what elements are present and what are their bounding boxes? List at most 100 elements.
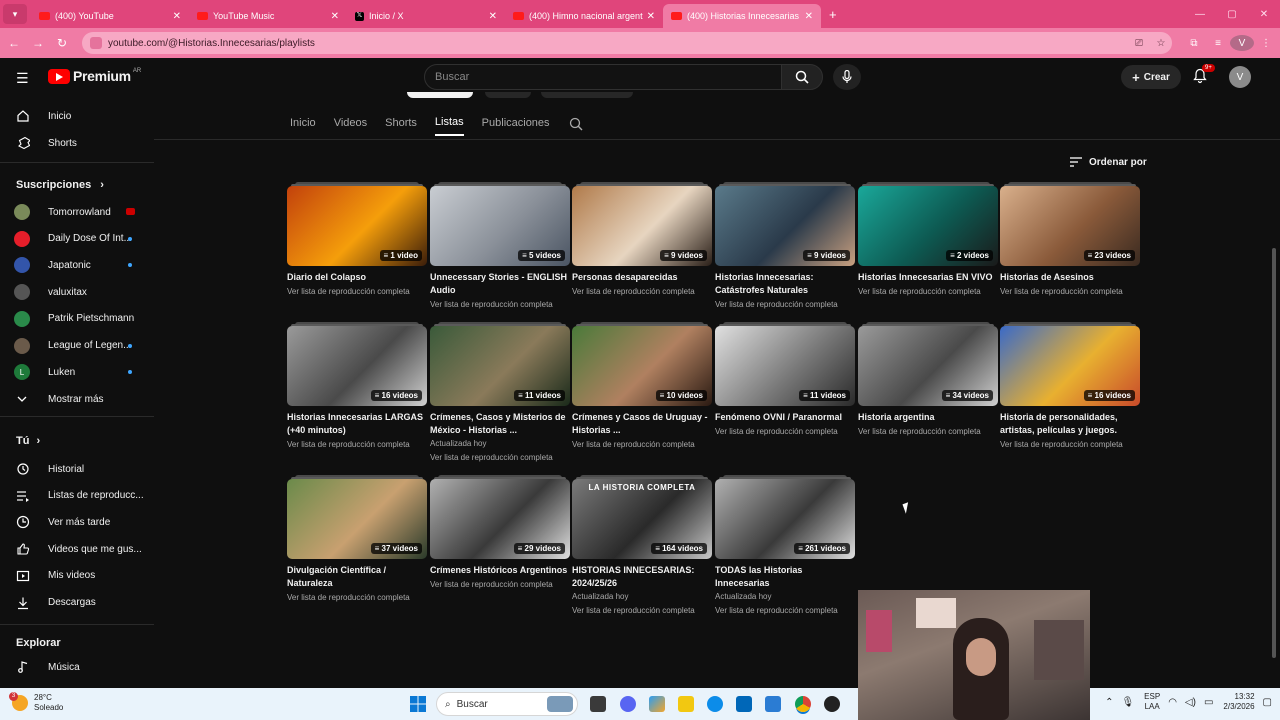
playlist-card[interactable]: 37 videos Divulgación Científica / Natura… xyxy=(287,475,427,604)
browser-tab[interactable]: 𝕏 Inicio / X ✕ xyxy=(347,4,505,28)
address-bar[interactable]: youtube.com/@Historias.Innecesarias/play… xyxy=(82,32,1172,54)
minimize-icon[interactable]: — xyxy=(1184,9,1216,20)
clock[interactable]: 13:32 2/3/2026 xyxy=(1223,692,1254,712)
playlist-card[interactable]: 11 videos Crímenes, Casos y Misterios de … xyxy=(430,322,570,464)
view-full-playlist-link[interactable]: Ver lista de reproducción completa xyxy=(430,578,570,591)
playlist-thumbnail[interactable]: 23 videos xyxy=(1000,182,1140,266)
sidebar-item-league-of-legen[interactable]: League of Legen... xyxy=(0,334,154,358)
browser-tab[interactable]: (400) Historias Innecesarias - Yo ✕ xyxy=(663,4,821,28)
store-icon[interactable] xyxy=(736,696,752,712)
playlist-thumbnail[interactable]: 29 videos xyxy=(430,475,570,559)
channel-search-icon[interactable] xyxy=(569,117,583,131)
menu-dots-icon[interactable]: ⋮ xyxy=(1254,38,1278,49)
close-window-icon[interactable]: ✕ xyxy=(1248,9,1280,20)
playlist-title[interactable]: Unnecessary Stories - ENGLISH Audio xyxy=(430,271,570,297)
search-input[interactable]: Buscar xyxy=(424,64,782,90)
wifi-icon[interactable]: ◠ xyxy=(1168,697,1177,708)
browser-tab[interactable]: (400) Himno nacional argentino ✕ xyxy=(505,4,663,28)
playlist-thumbnail[interactable]: 11 videos xyxy=(715,322,855,406)
playlist-title[interactable]: Crímenes, Casos y Misterios de México - … xyxy=(430,411,570,437)
url-text[interactable]: youtube.com/@Historias.Innecesarias/play… xyxy=(108,38,1128,49)
playlist-thumbnail[interactable]: 9 videos xyxy=(715,182,855,266)
media-controls-icon[interactable]: ≡ xyxy=(1206,38,1230,49)
mail-icon[interactable] xyxy=(765,696,781,712)
playlist-title[interactable]: Historias Innecesarias LARGAS (+40 minut… xyxy=(287,411,427,437)
create-button[interactable]: + Crear xyxy=(1121,65,1181,89)
sidebar-item-luken[interactable]: L Luken xyxy=(0,360,154,384)
playlist-title[interactable]: Historias de Asesinos xyxy=(1000,271,1140,284)
playlist-thumbnail[interactable]: 34 videos xyxy=(858,322,998,406)
notification-center-icon[interactable]: ▢ xyxy=(1263,697,1272,708)
playlist-thumbnail[interactable]: 5 videos xyxy=(430,182,570,266)
you-heading[interactable]: Tú › xyxy=(16,435,40,447)
sidebar-item-tomorrowland[interactable]: Tomorrowland xyxy=(0,200,154,224)
playlist-title[interactable]: Crímenes Históricos Argentinos xyxy=(430,564,570,577)
playlist-thumbnail[interactable]: 11 videos xyxy=(430,322,570,406)
join-pill[interactable] xyxy=(485,92,531,98)
maximize-icon[interactable]: ▢ xyxy=(1216,9,1248,20)
chrome-icon[interactable] xyxy=(795,696,811,712)
view-full-playlist-link[interactable]: Ver lista de reproducción completa xyxy=(715,298,855,311)
playlist-card[interactable]: 9 videos Personas desaparecidasVer lista … xyxy=(572,182,712,298)
task-view-icon[interactable] xyxy=(590,696,606,712)
back-icon[interactable]: ← xyxy=(2,36,26,50)
playlist-thumbnail[interactable]: 16 videos xyxy=(287,322,427,406)
tray-overflow-icon[interactable]: ⌃ xyxy=(1105,697,1113,708)
weather-widget[interactable]: 3 28°C Soleado xyxy=(9,692,63,713)
playlist-title[interactable]: Divulgación Científica / Naturaleza xyxy=(287,564,427,590)
view-full-playlist-link[interactable]: Ver lista de reproducción completa xyxy=(287,591,427,604)
tab-videos[interactable]: Videos xyxy=(334,117,367,135)
sidebar-item-mostrar-m-s[interactable]: Mostrar más xyxy=(0,387,154,411)
page-scrollbar[interactable] xyxy=(1272,248,1276,658)
sidebar-item-m-sica[interactable]: Música xyxy=(0,655,154,679)
tab-search-button[interactable]: ▾ xyxy=(3,4,27,24)
tab-listas[interactable]: Listas xyxy=(434,116,464,136)
playlist-card[interactable]: 2 videos Historias Innecesarias EN VIVOVe… xyxy=(858,182,998,298)
playlist-thumbnail[interactable]: 37 videos xyxy=(287,475,427,559)
playlist-thumbnail[interactable]: 16 videos xyxy=(1000,322,1140,406)
extensions-icon[interactable]: ⧉ xyxy=(1182,38,1206,49)
youtube-premium-logo[interactable]: Premium AR xyxy=(48,68,141,84)
playlist-card[interactable]: 261 videos TODAS las Historias Innecesari… xyxy=(715,475,855,617)
playlist-title[interactable]: Historia de personalidades, artistas, pe… xyxy=(1000,411,1140,437)
taskbar-search[interactable]: ⌕ Buscar xyxy=(436,692,578,716)
mic-tray-icon[interactable]: 🎙 xyxy=(1121,697,1134,708)
sidebar-item-japatonic[interactable]: Japatonic xyxy=(0,253,154,277)
view-full-playlist-link[interactable]: Ver lista de reproducción completa xyxy=(430,451,570,464)
playlist-title[interactable]: Fenómeno OVNI / Paranormal xyxy=(715,411,855,424)
view-full-playlist-link[interactable]: Ver lista de reproducción completa xyxy=(1000,285,1140,298)
language-indicator[interactable]: ESP LAA xyxy=(1144,692,1160,712)
account-avatar[interactable]: V xyxy=(1229,66,1251,88)
sidebar-item-listas-de-reproducc[interactable]: Listas de reproducc... xyxy=(0,484,154,508)
view-full-playlist-link[interactable]: Ver lista de reproducción completa xyxy=(715,425,855,438)
playlist-title[interactable]: Historias Innecesarias: Catástrofes Natu… xyxy=(715,271,855,297)
browser-tab[interactable]: (400) YouTube ✕ xyxy=(31,4,189,28)
tab-close-icon[interactable]: ✕ xyxy=(173,11,181,22)
copilot-icon[interactable] xyxy=(649,696,665,712)
more-pill[interactable] xyxy=(541,92,633,98)
playlist-card[interactable]: 10 videos Crímenes y Casos de Uruguay - H… xyxy=(572,322,712,451)
playlist-title[interactable]: Historias Innecesarias EN VIVO xyxy=(858,271,998,284)
playlist-card[interactable]: 5 videos Unnecessary Stories - ENGLISH Au… xyxy=(430,182,570,311)
subscribe-pill[interactable] xyxy=(407,92,473,98)
sidebar-item-historial[interactable]: Historial xyxy=(0,457,154,481)
sidebar-item-daily-dose-of-int[interactable]: Daily Dose Of Int... xyxy=(0,227,154,251)
cast-icon[interactable]: ⎚ xyxy=(1128,38,1150,49)
file-explorer-icon[interactable] xyxy=(678,696,694,712)
playlist-card[interactable]: 34 videos Historia argentinaVer lista de … xyxy=(858,322,998,438)
playlist-thumbnail[interactable]: 10 videos xyxy=(572,322,712,406)
playlist-thumbnail[interactable]: 261 videos xyxy=(715,475,855,559)
playlist-card[interactable]: 29 videos Crímenes Históricos ArgentinosV… xyxy=(430,475,570,591)
forward-icon[interactable]: → xyxy=(26,36,50,50)
reload-icon[interactable]: ↻ xyxy=(50,36,74,50)
discord-icon[interactable] xyxy=(620,696,636,712)
view-full-playlist-link[interactable]: Ver lista de reproducción completa xyxy=(287,438,427,451)
sidebar-item-inicio[interactable]: Inicio xyxy=(0,104,154,128)
view-full-playlist-link[interactable]: Ver lista de reproducción completa xyxy=(1000,438,1140,451)
hamburger-menu-icon[interactable]: ☰ xyxy=(16,70,29,87)
playlist-card[interactable]: LA HISTORIA COMPLETA 164 videos HISTORIAS … xyxy=(572,475,712,617)
sort-button[interactable]: Ordenar por xyxy=(1069,156,1147,168)
sidebar-item-shorts[interactable]: Shorts xyxy=(0,131,154,155)
view-full-playlist-link[interactable]: Ver lista de reproducción completa xyxy=(572,604,712,617)
view-full-playlist-link[interactable]: Ver lista de reproducción completa xyxy=(715,604,855,617)
